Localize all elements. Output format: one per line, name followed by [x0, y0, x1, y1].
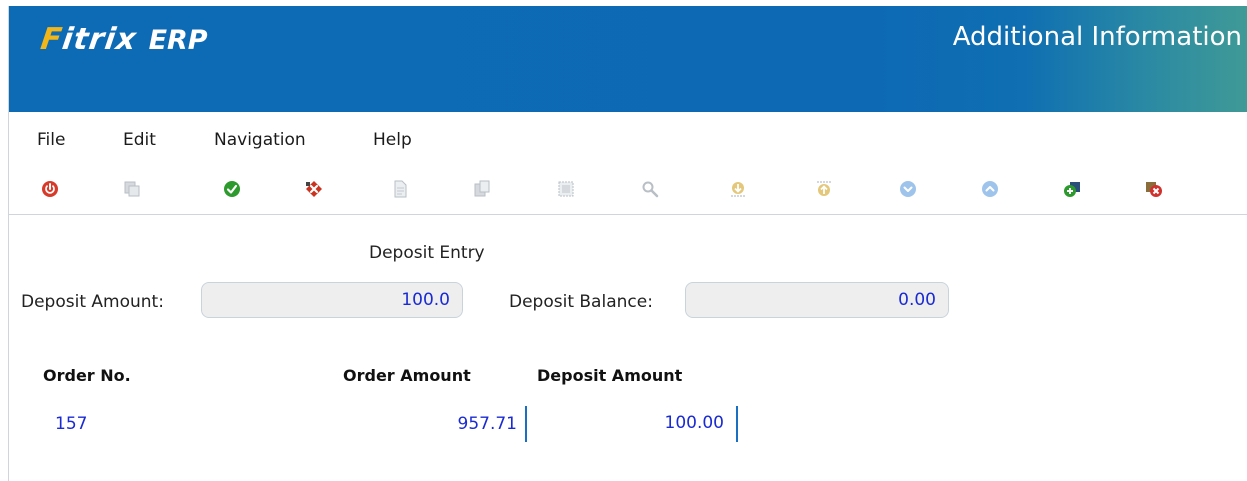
menu-bar: File Edit Navigation Help — [9, 116, 1247, 164]
deposit-balance-label: Deposit Balance: — [509, 292, 653, 312]
select-icon[interactable] — [557, 180, 575, 198]
form-content: Deposit Entry Deposit Amount: 100.0 Depo… — [9, 216, 1247, 481]
search-icon[interactable] — [641, 180, 659, 198]
menu-navigation[interactable]: Navigation — [214, 130, 306, 150]
upload-icon[interactable] — [815, 180, 833, 198]
app-header: Fitrix ERP Additional Information — [9, 6, 1247, 112]
deposit-amount-label: Deposit Amount: — [21, 292, 164, 312]
delete-row-icon[interactable] — [1145, 180, 1163, 198]
paste-icon[interactable] — [473, 180, 491, 198]
logo-suffix: ERP — [148, 25, 208, 56]
cancel-icon[interactable] — [305, 180, 323, 198]
column-header-deposit-amount: Deposit Amount — [537, 366, 683, 385]
toolbar — [9, 164, 1247, 215]
previous-icon[interactable] — [981, 180, 999, 198]
deposit-amount-input[interactable]: 100.00 — [525, 406, 738, 442]
menu-help[interactable]: Help — [373, 130, 412, 150]
column-header-order-amount: Order Amount — [343, 366, 471, 385]
column-header-order-no: Order No. — [43, 366, 131, 385]
deposit-balance-field: 0.00 — [685, 282, 949, 318]
add-row-icon[interactable] — [1063, 180, 1081, 198]
app-window: Fitrix ERP Additional Information File E… — [8, 6, 1247, 481]
order-amount-cell: 957.71 — [457, 414, 517, 434]
page-title: Additional Information — [952, 22, 1242, 52]
deposit-amount-field: 100.0 — [201, 282, 463, 318]
copy-icon[interactable] — [123, 180, 141, 198]
fitrix-logo: Fitrix ERP — [38, 22, 208, 57]
menu-edit[interactable]: Edit — [123, 130, 156, 150]
logo-brand: Fitrix — [38, 22, 140, 57]
download-icon[interactable] — [729, 180, 747, 198]
power-icon[interactable] — [41, 180, 59, 198]
section-title: Deposit Entry — [369, 243, 485, 263]
accept-icon[interactable] — [223, 180, 241, 198]
menu-file[interactable]: File — [37, 130, 65, 150]
next-icon[interactable] — [899, 180, 917, 198]
order-no-cell: 157 — [55, 414, 88, 434]
document-icon[interactable] — [391, 180, 409, 198]
